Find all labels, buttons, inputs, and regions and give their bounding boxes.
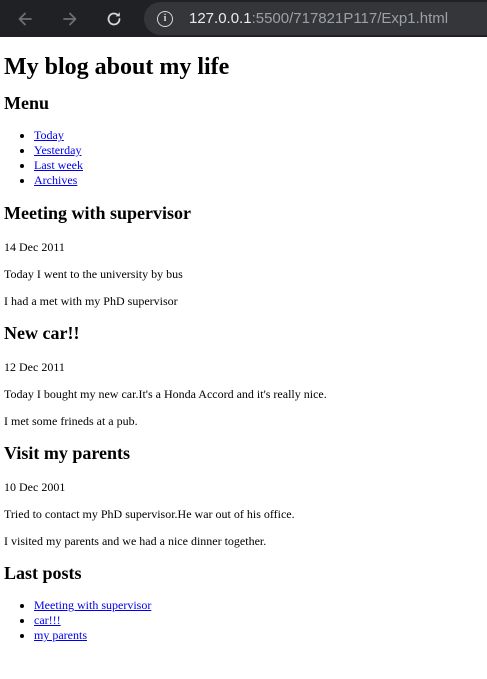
back-button[interactable] [12, 6, 38, 32]
address-bar[interactable]: i 127.0.0.1:5500/717821P117/Exp1.html [144, 2, 487, 35]
menu-item: Today [34, 128, 487, 143]
post-title: Visit my parents [4, 443, 130, 463]
post-paragraph: I visited my parents and we had a nice d… [4, 534, 267, 548]
page-title: My blog about my life [4, 54, 230, 80]
post-date: 14 Dec 2011 [4, 240, 65, 254]
last-posts-heading: Last posts [4, 563, 82, 583]
post-paragraph: Today I bought my new car.It's a Honda A… [4, 387, 327, 401]
url-path: :5500/717821P117/Exp1.html [251, 10, 449, 27]
url-host: 127.0.0.1 [189, 10, 252, 27]
url-text: 127.0.0.1:5500/717821P117/Exp1.html [189, 10, 448, 27]
last-post-link-car[interactable]: car!!! [34, 613, 61, 627]
menu-link-today[interactable]: Today [34, 128, 64, 142]
menu-item: Yesterday [34, 143, 487, 158]
browser-toolbar: i 127.0.0.1:5500/717821P117/Exp1.html [0, 0, 487, 37]
menu-item: Archives [34, 173, 487, 188]
post-paragraph: I met some frineds at a pub. [4, 414, 138, 428]
menu-link-archives[interactable]: Archives [34, 173, 77, 187]
menu-heading: Menu [4, 93, 49, 113]
forward-button[interactable] [57, 6, 83, 32]
arrow-right-icon [63, 12, 77, 26]
site-info-icon[interactable]: i [157, 10, 173, 27]
menu-item: Last week [34, 158, 487, 173]
reload-icon [107, 12, 121, 26]
post-title: New car!! [4, 323, 80, 343]
post-paragraph: Tried to contact my PhD supervisor.He wa… [4, 507, 295, 521]
menu-list: Today Yesterday Last week Archives [4, 128, 487, 188]
last-posts-list: Meeting with supervisor car!!! my parent… [4, 598, 487, 643]
post-paragraph: I had a met with my PhD supervisor [4, 294, 178, 308]
post-paragraph: Today I went to the university by bus [4, 267, 183, 281]
last-post-link-meeting[interactable]: Meeting with supervisor [34, 598, 151, 612]
page-content: My blog about my life Menu Today Yesterd… [0, 54, 487, 643]
last-post-link-parents[interactable]: my parents [34, 628, 87, 642]
arrow-left-icon [18, 12, 32, 26]
reload-button[interactable] [101, 6, 127, 32]
post: Meeting with supervisor 14 Dec 2011 Toda… [4, 203, 487, 308]
last-post-item: Meeting with supervisor [34, 598, 487, 613]
last-post-item: car!!! [34, 613, 487, 628]
post-title: Meeting with supervisor [4, 203, 191, 223]
menu-link-last-week[interactable]: Last week [34, 158, 83, 172]
post: New car!! 12 Dec 2011 Today I bought my … [4, 323, 487, 428]
last-post-item: my parents [34, 628, 487, 643]
menu-link-yesterday[interactable]: Yesterday [34, 143, 81, 157]
post-date: 12 Dec 2011 [4, 360, 65, 374]
post: Visit my parents 10 Dec 2001 Tried to co… [4, 443, 487, 548]
post-date: 10 Dec 2001 [4, 480, 66, 494]
